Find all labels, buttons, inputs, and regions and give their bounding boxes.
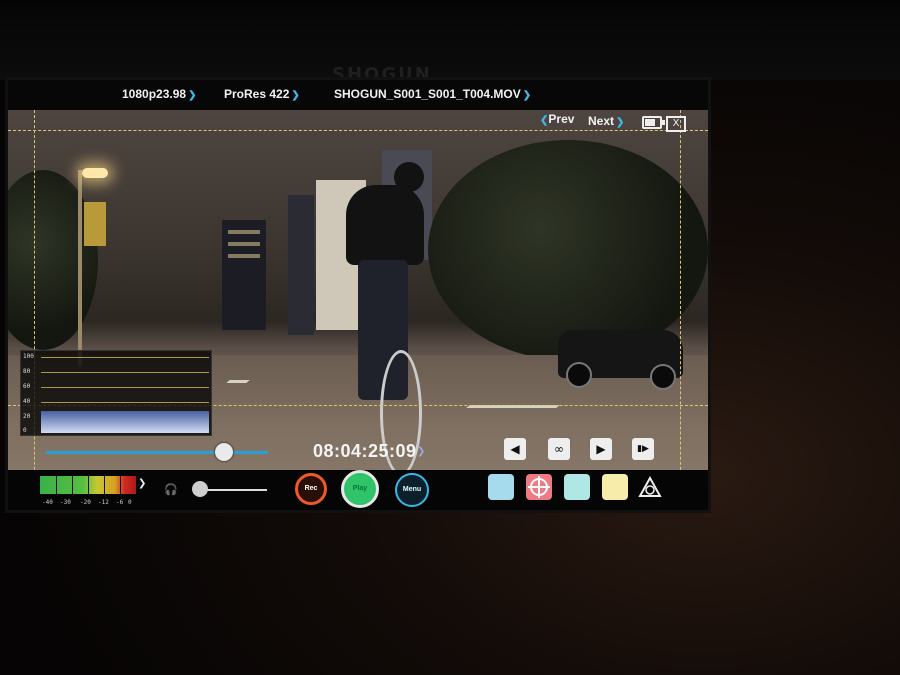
- timecode: 08:04:25:09: [313, 441, 417, 461]
- waveform-monitor: 100 80 60 40 20 0: [20, 350, 212, 436]
- meter-scale-label: -6: [116, 499, 124, 506]
- waveform-gridline: [41, 372, 209, 373]
- monitor-screen: 1080p23.98 ❯ ProRes 422 ❯ SHOGUN_S001_S001…: [8, 80, 708, 510]
- waveform-scale-label: 100: [23, 353, 34, 360]
- safe-area-guide: [34, 110, 35, 495]
- tree: [428, 140, 708, 360]
- scrub-handle[interactable]: [214, 443, 233, 461]
- street-banner: [84, 202, 106, 246]
- atomos-logo-icon[interactable]: [638, 476, 662, 498]
- battery-level: [645, 119, 655, 126]
- waveform-gridline: [41, 387, 209, 388]
- menu-button[interactable]: Menu: [395, 473, 429, 507]
- meter-scale-label: -20: [80, 499, 91, 506]
- meter-divider: [88, 476, 89, 494]
- close-button[interactable]: X: [666, 116, 686, 132]
- building: [222, 220, 266, 330]
- waveform-scale-label: 0: [23, 427, 27, 434]
- car-wheel: [650, 364, 676, 390]
- codec-label: ProRes 422: [224, 87, 290, 101]
- chevron-right-icon: ❯: [291, 90, 300, 101]
- tool-button-yellow[interactable]: [602, 474, 628, 500]
- tool-button-blue[interactable]: [488, 474, 514, 500]
- filename-selector[interactable]: SHOGUN_S001_S001_T004.MOV ❯: [334, 87, 531, 101]
- chevron-right-icon: ❯: [522, 90, 532, 101]
- building-window: [228, 242, 260, 246]
- meter-divider: [104, 476, 105, 494]
- chevron-right-icon: ❯: [616, 117, 625, 128]
- loop-icon[interactable]: ∞: [548, 438, 570, 460]
- waveform-gridline: [41, 402, 209, 403]
- scrub-bar[interactable]: [46, 451, 268, 454]
- rec-button[interactable]: Rec: [295, 473, 327, 505]
- waveform-scale-label: 80: [23, 368, 31, 375]
- meter-scale-label: -12: [98, 499, 109, 506]
- tool-button-mint[interactable]: [564, 474, 590, 500]
- focus-peaking-button[interactable]: [526, 474, 552, 500]
- battery-icon: [642, 116, 665, 129]
- safe-area-guide: [8, 130, 708, 131]
- skip-back-icon[interactable]: ◀: [504, 438, 526, 460]
- meter-scale-label: 0: [128, 499, 132, 506]
- waveform-scale-label: 60: [23, 383, 31, 390]
- safe-area-guide: [680, 110, 681, 495]
- headphones-icon: 🎧: [164, 483, 178, 496]
- monitor-bezel-top: [0, 0, 900, 80]
- meter-scale-label: -30: [60, 499, 71, 506]
- building-window: [228, 230, 260, 234]
- step-forward-icon[interactable]: ▮▶: [632, 438, 654, 460]
- play-icon[interactable]: ▶: [590, 438, 612, 460]
- street-lamp: [78, 170, 82, 365]
- meter-scale-label: -40: [42, 499, 53, 506]
- waveform-trace: [41, 411, 209, 433]
- waveform-gridline: [41, 357, 209, 358]
- next-button[interactable]: Next ❯: [588, 114, 624, 128]
- lane-marking: [226, 380, 250, 383]
- meter-divider: [56, 476, 57, 494]
- next-label: Next: [588, 114, 615, 128]
- format-label: 1080p23.98: [122, 87, 187, 101]
- waveform-scale-label: 20: [23, 413, 31, 420]
- building: [288, 195, 314, 335]
- building-window: [228, 254, 260, 258]
- tree: [8, 170, 98, 350]
- filename-label: SHOGUN_S001_S001_T004.MOV: [334, 87, 521, 101]
- crosshair-icon: [528, 476, 550, 498]
- car-wheel: [566, 362, 592, 388]
- chevron-right-icon: ❯: [188, 90, 197, 101]
- play-button[interactable]: Play: [341, 470, 379, 508]
- cyclist-head: [394, 162, 424, 192]
- meter-divider: [72, 476, 73, 494]
- codec-selector[interactable]: ProRes 422 ❯: [224, 87, 300, 101]
- meter-divider: [120, 476, 121, 494]
- prev-label: Prev: [548, 112, 575, 126]
- lamp-light: [82, 168, 108, 178]
- chevron-right-icon[interactable]: ❯: [138, 478, 146, 489]
- prev-button[interactable]: ❮Prev: [538, 112, 574, 126]
- format-selector[interactable]: 1080p23.98 ❯: [122, 87, 196, 101]
- cyclist-torso: [346, 185, 424, 265]
- waveform-scale-label: 40: [23, 398, 31, 405]
- chevron-right-icon[interactable]: ❯: [417, 446, 425, 457]
